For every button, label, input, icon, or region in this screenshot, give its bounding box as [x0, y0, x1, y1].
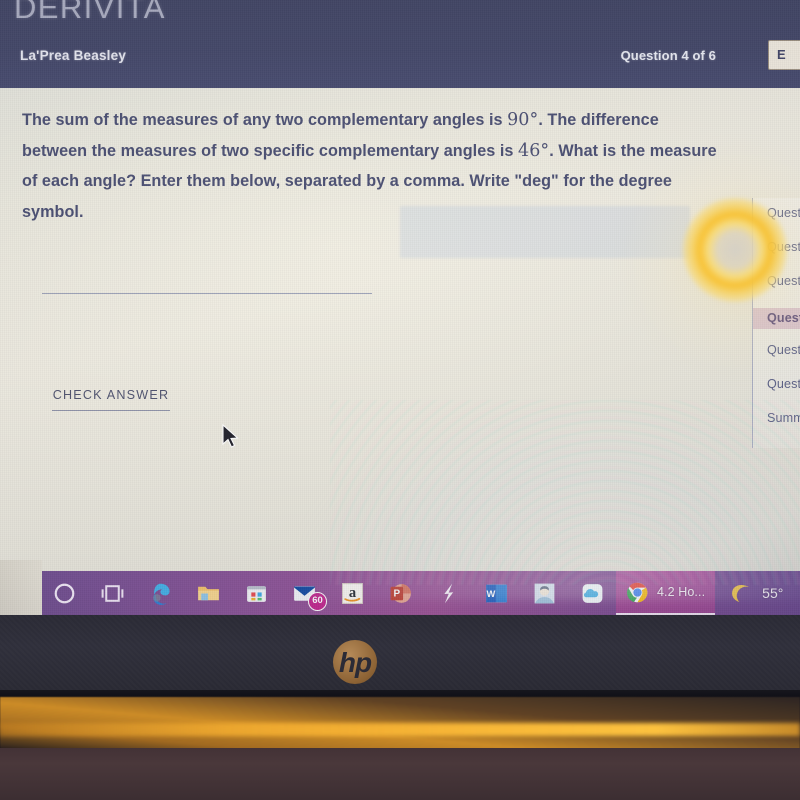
- question-nav-item-4[interactable]: Question 4: [753, 308, 800, 329]
- hp-brand-logo: hp: [333, 640, 377, 684]
- question-nav-item-summary[interactable]: Summary: [767, 411, 800, 425]
- taskbar-temperature: 55°: [762, 585, 784, 601]
- taskbar-item-photo[interactable]: [520, 571, 568, 615]
- answer-input[interactable]: [42, 268, 372, 294]
- laptop-screen: DERIVITA La'Prea Beasley Question 4 of 6…: [0, 0, 800, 615]
- taskbar-active-task-chrome[interactable]: 4.2 Ho...: [616, 571, 716, 615]
- derivita-logo: DERIVITA: [14, 0, 166, 25]
- lightning-bolt-icon: [443, 583, 453, 603]
- svg-text:a: a: [348, 585, 356, 601]
- question-value-46: 46: [518, 140, 541, 161]
- microsoft-edge-icon: [152, 583, 170, 605]
- bezel-texture: [0, 615, 800, 693]
- header-action-button[interactable]: E: [768, 40, 800, 70]
- question-nav-item-3[interactable]: Question 3: [767, 274, 800, 288]
- task-view-icon: [101, 584, 123, 602]
- photo-thumbnail-icon: [534, 583, 554, 603]
- user-name-label: La'Prea Beasley: [20, 48, 127, 63]
- question-counter: Question 4 of 6: [620, 48, 716, 63]
- question-nav-panel: Question 1 Question 2 Question 3 Questio…: [752, 198, 800, 448]
- taskbar-item-file-explorer[interactable]: [184, 571, 232, 615]
- question-value-90: 90: [507, 110, 530, 130]
- taskbar-weather-widget[interactable]: 55°: [715, 571, 783, 615]
- microsoft-store-icon: [246, 585, 266, 602]
- taskbar-item-onedrive[interactable]: [568, 571, 616, 615]
- taskbar-item-word[interactable]: W: [472, 571, 520, 615]
- taskbar-item-amazon[interactable]: a: [328, 571, 376, 615]
- powerpoint-icon: P: [390, 583, 411, 603]
- question-nav-item-5[interactable]: Question 5: [767, 343, 800, 357]
- svg-text:W: W: [486, 588, 495, 598]
- taskbar-item-task-view[interactable]: [88, 571, 136, 615]
- degree-symbol-icon-2: °: [540, 140, 550, 161]
- taskbar-item-edge[interactable]: [136, 571, 184, 615]
- onedrive-icon: [582, 583, 602, 603]
- windows-taskbar[interactable]: 60 a P W 4.2 Ho... 55°: [40, 571, 800, 615]
- mouse-cursor-icon: [222, 424, 239, 448]
- question-text-part1: The sum of the measures of any two compl…: [22, 111, 508, 129]
- file-explorer-icon: [197, 586, 219, 600]
- laptop-hinge-highlight: [0, 723, 800, 736]
- taskbar-active-task-label: 4.2 Ho...: [657, 585, 706, 599]
- mail-unread-badge: 60: [308, 592, 327, 611]
- svg-text:P: P: [393, 588, 400, 599]
- taskbar-item-mail[interactable]: 60: [280, 571, 328, 615]
- screen-reflection-artifact: [400, 206, 690, 258]
- taskbar-item-powerpoint[interactable]: P: [376, 571, 424, 615]
- screen-left-edge: [0, 560, 42, 615]
- question-page: The sum of the measures of any two compl…: [0, 88, 800, 571]
- check-answer-button[interactable]: CHECK ANSWER: [52, 388, 170, 411]
- app-header: DERIVITA La'Prea Beasley Question 4 of 6…: [0, 0, 800, 88]
- taskbar-item-lightning-app[interactable]: [424, 571, 472, 615]
- google-chrome-icon: [627, 582, 648, 602]
- cortana-circle-icon: [54, 583, 74, 603]
- question-nav-item-6[interactable]: Question 6: [767, 377, 800, 391]
- crescent-moon-icon: [732, 584, 750, 602]
- laptop-bottom-bezel: [0, 615, 800, 693]
- question-nav-item-2[interactable]: Question 2: [767, 240, 800, 254]
- taskbar-item-cortana[interactable]: [40, 571, 88, 615]
- laptop-keyboard-deck: [0, 748, 800, 800]
- photograph-of-laptop-screen: DERIVITA La'Prea Beasley Question 4 of 6…: [0, 0, 800, 800]
- amazon-icon: a: [341, 582, 363, 604]
- question-nav-item-1[interactable]: Question 1: [767, 206, 800, 220]
- degree-symbol-icon: °: [529, 110, 539, 130]
- microsoft-word-icon: W: [485, 584, 507, 602]
- taskbar-item-microsoft-store[interactable]: [232, 571, 280, 615]
